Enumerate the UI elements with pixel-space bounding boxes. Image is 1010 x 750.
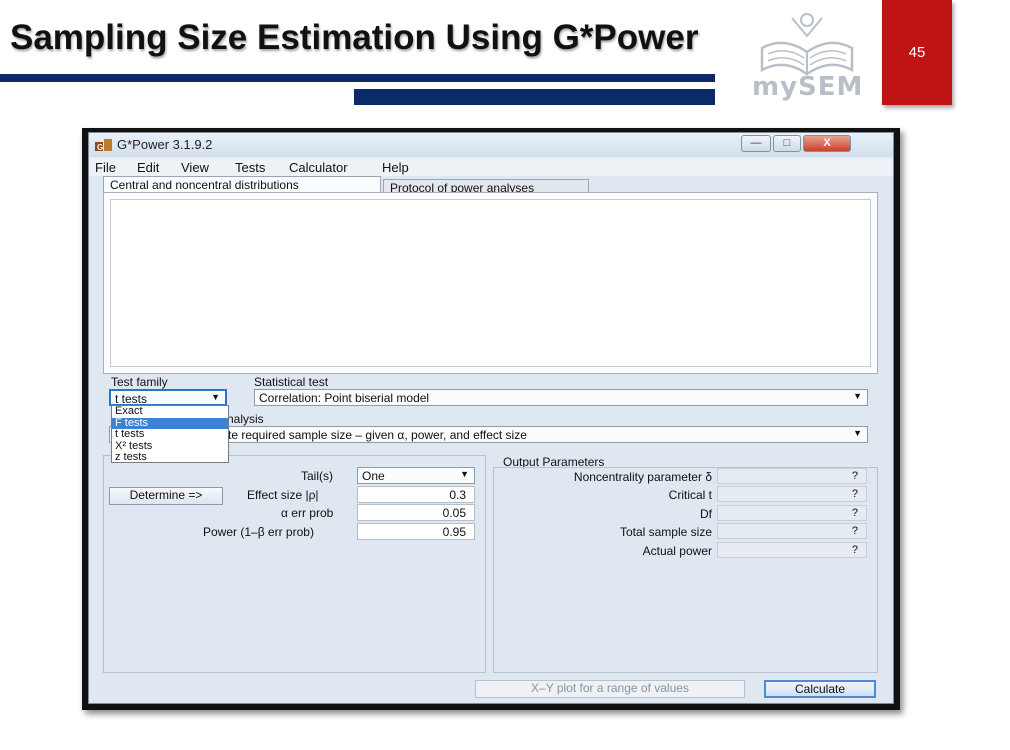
page-number-box: 45 xyxy=(882,0,952,105)
distribution-plot-panel xyxy=(103,192,878,374)
slide-title: Sampling Size Estimation Using G*Power xyxy=(10,18,699,57)
title-bar: G G*Power 3.1.9.2 — □ X xyxy=(89,133,893,157)
df-label: Df xyxy=(700,507,712,521)
test-family-value: t tests xyxy=(115,392,148,406)
determine-button[interactable]: Determine => xyxy=(109,487,223,505)
title-accent-bar xyxy=(354,89,715,105)
alpha-label: α err prob xyxy=(281,506,334,520)
close-button[interactable]: X xyxy=(803,135,851,152)
chevron-down-icon: ▼ xyxy=(211,392,220,402)
statistical-test-select[interactable]: Correlation: Point biserial model ▼ xyxy=(254,389,868,406)
noncentrality-label: Noncentrality parameter δ xyxy=(573,470,712,484)
open-book-icon xyxy=(760,13,854,76)
alpha-input[interactable]: 0.05 xyxy=(357,504,475,521)
critical-t-label: Critical t xyxy=(668,488,712,502)
statistical-test-label: Statistical test xyxy=(254,375,329,389)
distribution-plot-area xyxy=(110,199,871,367)
test-family-select[interactable]: t tests ▼ xyxy=(109,389,227,406)
statistical-test-value: Correlation: Point biserial model xyxy=(259,391,430,405)
analysis-type-label: nalysis xyxy=(227,412,264,426)
menu-edit[interactable]: Edit xyxy=(137,160,159,175)
minimize-button[interactable]: — xyxy=(741,135,771,152)
menu-calculator[interactable]: Calculator xyxy=(289,160,348,175)
chevron-down-icon: ▼ xyxy=(853,428,862,438)
title-underline-bar xyxy=(0,74,715,82)
effect-size-input[interactable]: 0.3 xyxy=(357,486,475,503)
actual-power-value: ? xyxy=(717,542,867,558)
df-value: ? xyxy=(717,505,867,521)
critical-t-value: ? xyxy=(717,486,867,502)
calculate-button[interactable]: Calculate xyxy=(764,680,876,698)
gpower-screenshot: G G*Power 3.1.9.2 — □ X File Edit View T… xyxy=(82,128,900,710)
tails-label: Tail(s) xyxy=(301,469,333,483)
actual-power-label: Actual power xyxy=(642,544,712,558)
menu-view[interactable]: View xyxy=(181,160,209,175)
menu-help[interactable]: Help xyxy=(382,160,409,175)
mysem-logo: mySEM xyxy=(752,8,862,104)
gpower-window: G G*Power 3.1.9.2 — □ X File Edit View T… xyxy=(88,132,894,704)
total-sample-size-value: ? xyxy=(717,523,867,539)
chevron-down-icon: ▼ xyxy=(853,391,862,401)
window-title: G*Power 3.1.9.2 xyxy=(117,137,213,152)
test-family-label: Test family xyxy=(111,375,168,389)
menu-file[interactable]: File xyxy=(95,160,116,175)
dropdown-option-exact[interactable]: Exact xyxy=(112,406,228,418)
noncentrality-value: ? xyxy=(717,468,867,484)
menu-tests[interactable]: Tests xyxy=(235,160,265,175)
effect-size-label: Effect size |ρ| xyxy=(247,488,319,502)
total-sample-size-label: Total sample size xyxy=(619,525,712,539)
logo-text: mySEM xyxy=(752,72,864,102)
dropdown-option-z-tests[interactable]: z tests xyxy=(112,452,228,464)
menu-bar: File Edit View Tests Calculator Help xyxy=(89,158,893,176)
page-number: 45 xyxy=(908,44,926,61)
dropdown-option-t-tests[interactable]: t tests xyxy=(112,429,228,441)
power-input[interactable]: 0.95 xyxy=(357,523,475,540)
tab-distributions[interactable]: Central and noncentral distributions xyxy=(103,176,381,193)
chevron-down-icon: ▼ xyxy=(460,469,469,479)
tails-value: One xyxy=(362,469,385,483)
gpower-icon: G xyxy=(95,139,113,152)
test-family-dropdown: Exact F tests t tests X² tests z tests xyxy=(111,405,229,463)
analysis-type-value: te required sample size – given α, power… xyxy=(228,428,527,442)
power-label: Power (1–β err prob) xyxy=(203,525,314,539)
xy-plot-button[interactable]: X–Y plot for a range of values xyxy=(475,680,745,698)
svg-text:G: G xyxy=(97,143,103,152)
maximize-button[interactable]: □ xyxy=(773,135,801,152)
tails-select[interactable]: One ▼ xyxy=(357,467,475,484)
